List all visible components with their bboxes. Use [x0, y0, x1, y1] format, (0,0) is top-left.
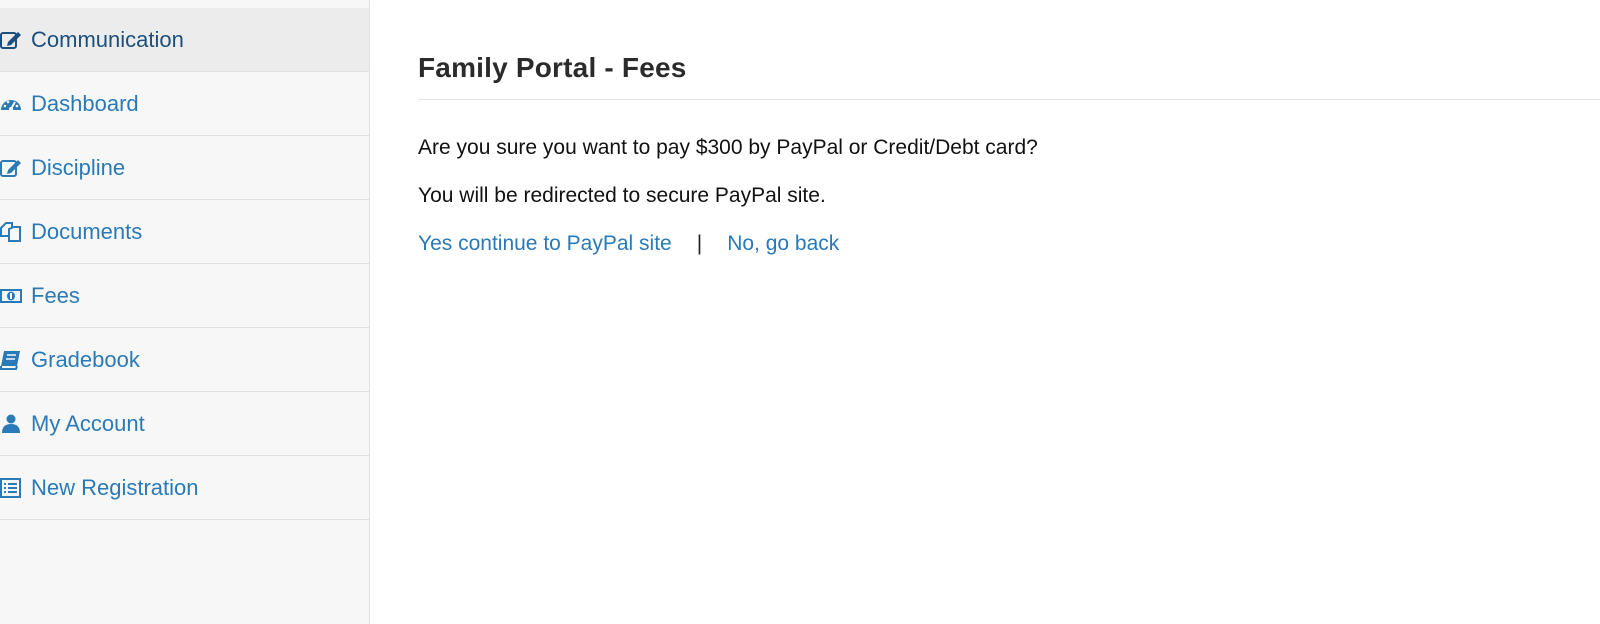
title-divider — [418, 99, 1600, 100]
user-icon — [0, 413, 22, 435]
redirect-message: You will be redirected to secure PayPal … — [418, 184, 826, 207]
sidebar-nav: Communication Dashboard Discipline Docum… — [0, 8, 369, 520]
go-back-link[interactable]: No, go back — [727, 232, 839, 256]
sidebar-item-label: Gradebook — [31, 346, 140, 372]
edit-icon — [0, 29, 22, 51]
sidebar-item-label: My Account — [31, 410, 145, 436]
sidebar: Communication Dashboard Discipline Docum… — [0, 0, 370, 624]
sidebar-item-label: Communication — [31, 26, 184, 52]
sidebar-item-label: Documents — [31, 218, 143, 244]
main-content: Family Portal - Fees Are you sure you wa… — [418, 0, 1600, 624]
edit-icon — [0, 157, 22, 179]
sidebar-item-documents[interactable]: Documents — [0, 200, 369, 264]
confirm-message: Are you sure you want to pay $300 by Pay… — [418, 136, 1038, 159]
sidebar-item-gradebook[interactable]: Gradebook — [0, 328, 369, 392]
sidebar-item-label: Dashboard — [31, 90, 139, 116]
sidebar-item-label: Fees — [31, 282, 80, 308]
action-links: Yes continue to PayPal site | No, go bac… — [418, 232, 839, 256]
sidebar-item-label: Discipline — [31, 154, 126, 180]
sidebar-item-communication[interactable]: Communication — [0, 8, 369, 72]
page-title: Family Portal - Fees — [418, 52, 687, 83]
sidebar-item-label: New Registration — [31, 474, 199, 500]
documents-icon — [0, 221, 22, 243]
sidebar-item-discipline[interactable]: Discipline — [0, 136, 369, 200]
sidebar-item-new-registration[interactable]: New Registration — [0, 456, 369, 520]
list-icon — [0, 477, 22, 499]
sidebar-item-fees[interactable]: Fees — [0, 264, 369, 328]
dashboard-icon — [0, 93, 22, 115]
money-icon — [0, 285, 22, 307]
link-separator: | — [696, 232, 703, 255]
book-icon — [0, 349, 22, 371]
sidebar-item-dashboard[interactable]: Dashboard — [0, 72, 369, 136]
continue-to-paypal-link[interactable]: Yes continue to PayPal site — [418, 232, 672, 256]
sidebar-item-my-account[interactable]: My Account — [0, 392, 369, 456]
